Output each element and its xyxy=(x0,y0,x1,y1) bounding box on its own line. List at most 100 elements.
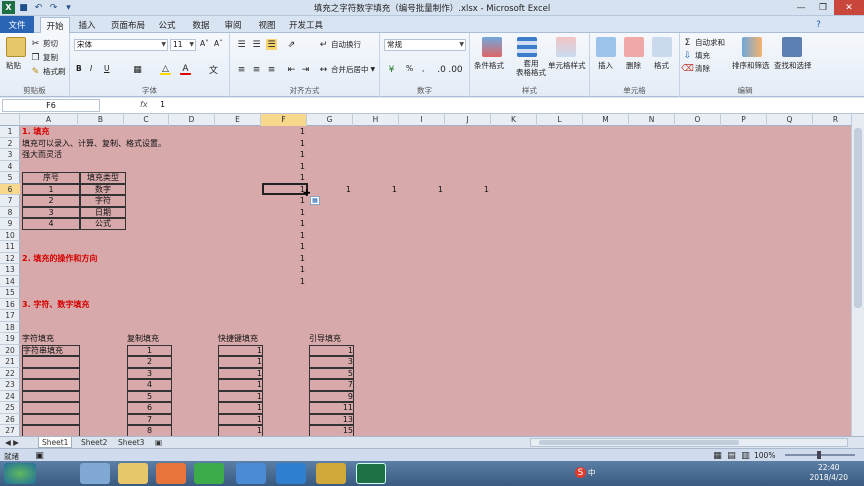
table-cell-char-fill[interactable] xyxy=(22,425,80,436)
column-header-d[interactable]: D xyxy=(169,114,215,126)
table-cell-shortcut-fill[interactable]: 1 xyxy=(218,413,263,425)
zoom-slider[interactable] xyxy=(785,451,855,459)
delete-cells-icon[interactable] xyxy=(624,37,644,57)
paste-label[interactable]: 粘贴 xyxy=(6,60,21,71)
tab-review[interactable]: 审阅 xyxy=(220,18,246,32)
decrease-decimal-button[interactable]: .00 xyxy=(448,64,462,75)
underline-button[interactable]: U xyxy=(104,64,110,73)
table-cell-guide-fill[interactable]: 7 xyxy=(309,379,354,391)
tab-view[interactable]: 视图 xyxy=(254,18,280,32)
align-right-button[interactable]: ≡ xyxy=(266,64,277,75)
sort-filter-button[interactable]: 排序和筛选 xyxy=(732,60,770,71)
cell-f-value[interactable]: 1 xyxy=(261,184,305,196)
row-header-17[interactable]: 17 xyxy=(0,310,20,322)
decrease-indent-button[interactable]: ⇤ xyxy=(286,64,297,75)
row-header-20[interactable]: 20 xyxy=(0,345,20,356)
row-header-24[interactable]: 24 xyxy=(0,391,20,402)
table-cell-guide-fill[interactable]: 13 xyxy=(309,413,354,425)
column-header-c[interactable]: C xyxy=(124,114,169,126)
title-shortcut-fill[interactable]: 快捷键填充 xyxy=(218,333,258,345)
phonetic-button[interactable]: 文 xyxy=(208,64,219,76)
row-header-6[interactable]: 6 xyxy=(0,183,20,195)
cell-row6-value[interactable]: 1 xyxy=(353,184,397,196)
cell-f-value[interactable]: 1 xyxy=(261,195,305,207)
shrink-font-button[interactable]: Aˆ xyxy=(214,39,223,48)
table-cell-shortcut-fill[interactable]: 1 xyxy=(218,402,263,414)
column-header-j[interactable]: J xyxy=(445,114,491,126)
row-header-9[interactable]: 9 xyxy=(0,218,20,230)
horizontal-scrollbar[interactable] xyxy=(530,438,848,447)
cell-f-value[interactable]: 1 xyxy=(261,207,305,219)
tab-data[interactable]: 数据 xyxy=(188,18,214,32)
grow-font-button[interactable]: A˅ xyxy=(200,39,209,48)
table-cell-seq[interactable]: 2 xyxy=(22,195,80,207)
ime-indicator[interactable]: S中 xyxy=(575,467,596,478)
fill-color-button[interactable]: △ xyxy=(160,64,171,75)
font-color-button[interactable]: A xyxy=(180,64,191,75)
cell-f-value[interactable]: 1 xyxy=(261,172,305,184)
table-cell-copy-fill[interactable]: 1 xyxy=(127,344,172,356)
cell-f-value[interactable]: 1 xyxy=(261,241,305,253)
table-cell-guide-fill[interactable]: 15 xyxy=(309,425,354,436)
taskbar-ie-icon[interactable] xyxy=(80,463,110,484)
sort-filter-icon[interactable] xyxy=(742,37,762,57)
table-cell-shortcut-fill[interactable]: 1 xyxy=(218,379,263,391)
table-cell-copy-fill[interactable]: 7 xyxy=(127,413,172,425)
row-header-11[interactable]: 11 xyxy=(0,241,20,253)
title-char-fill[interactable]: 字符填充 xyxy=(22,333,54,345)
table-cell-shortcut-fill[interactable]: 1 xyxy=(218,390,263,402)
zoom-level[interactable]: 100% xyxy=(754,451,775,460)
row-header-26[interactable]: 26 xyxy=(0,414,20,425)
start-button-icon[interactable] xyxy=(4,463,36,484)
copy-button[interactable]: ❐ 复制 xyxy=(30,52,58,63)
minimize-button[interactable]: — xyxy=(790,0,812,15)
table-cell-char-fill[interactable] xyxy=(22,390,80,402)
fx-icon[interactable]: fx xyxy=(140,100,148,109)
cell-f-value[interactable]: 1 xyxy=(261,138,305,150)
column-header-e[interactable]: E xyxy=(215,114,261,126)
row-header-27[interactable]: 27 xyxy=(0,425,20,436)
name-box[interactable]: F6 xyxy=(2,99,100,112)
row-header-8[interactable]: 8 xyxy=(0,207,20,218)
cell-f-value[interactable]: 1 xyxy=(261,161,305,173)
border-button[interactable]: ▦ xyxy=(132,64,143,75)
table-cell-type[interactable]: 字符 xyxy=(80,195,126,207)
increase-indent-button[interactable]: ⇥ xyxy=(300,64,311,75)
table-cell-type[interactable]: 日期 xyxy=(80,206,126,218)
table-cell-shortcut-fill[interactable]: 1 xyxy=(218,356,263,368)
italic-button[interactable]: I xyxy=(90,64,92,73)
font-name-combo[interactable]: 宋体 ▼ xyxy=(74,39,168,51)
taskbar-folder-icon[interactable] xyxy=(118,463,148,484)
find-select-button[interactable]: 查找和选择 xyxy=(774,60,812,71)
wrap-text-button[interactable]: ↵ 自动换行 xyxy=(318,39,361,50)
title-copy-fill[interactable]: 复制填充 xyxy=(127,333,159,345)
tab-developer[interactable]: 开发工具 xyxy=(286,18,326,32)
table-cell-char-fill[interactable]: 字符串填充 xyxy=(22,344,80,356)
row-header-2[interactable]: 2 xyxy=(0,138,20,149)
view-normal-icon[interactable]: ▦ xyxy=(712,450,723,461)
formula-input[interactable]: 1 xyxy=(160,100,165,109)
cell-row6-value[interactable]: 1 xyxy=(307,184,351,196)
table-header-type[interactable]: 填充类型 xyxy=(80,172,126,184)
cell-f-value[interactable]: 1 xyxy=(261,218,305,230)
tab-page-layout[interactable]: 页面布局 xyxy=(106,18,150,32)
tab-file[interactable]: 文件 xyxy=(0,16,34,33)
sheet-tab-3[interactable]: Sheet3 xyxy=(115,437,147,448)
row-header-3[interactable]: 3 xyxy=(0,149,20,161)
row-header-16[interactable]: 16 xyxy=(0,299,20,310)
cell-f-value[interactable]: 1 xyxy=(261,149,305,161)
table-header-seq[interactable]: 序号 xyxy=(22,172,80,184)
cut-button[interactable]: ✂ 剪切 xyxy=(30,38,58,49)
row-header-1[interactable]: 1 xyxy=(0,126,20,138)
vertical-scrollbar[interactable] xyxy=(851,114,864,448)
table-cell-seq[interactable]: 4 xyxy=(22,218,80,230)
cell-row6-value[interactable]: 1 xyxy=(445,184,489,196)
column-header-n[interactable]: N xyxy=(629,114,675,126)
table-cell-type[interactable]: 公式 xyxy=(80,218,126,230)
column-header-a[interactable]: A xyxy=(20,114,78,126)
taskbar-sogou-icon[interactable] xyxy=(276,463,306,484)
orientation-button[interactable]: ⇗ xyxy=(286,39,297,50)
row-header-23[interactable]: 23 xyxy=(0,379,20,391)
table-cell-char-fill[interactable] xyxy=(22,367,80,379)
table-cell-copy-fill[interactable]: 4 xyxy=(127,379,172,391)
